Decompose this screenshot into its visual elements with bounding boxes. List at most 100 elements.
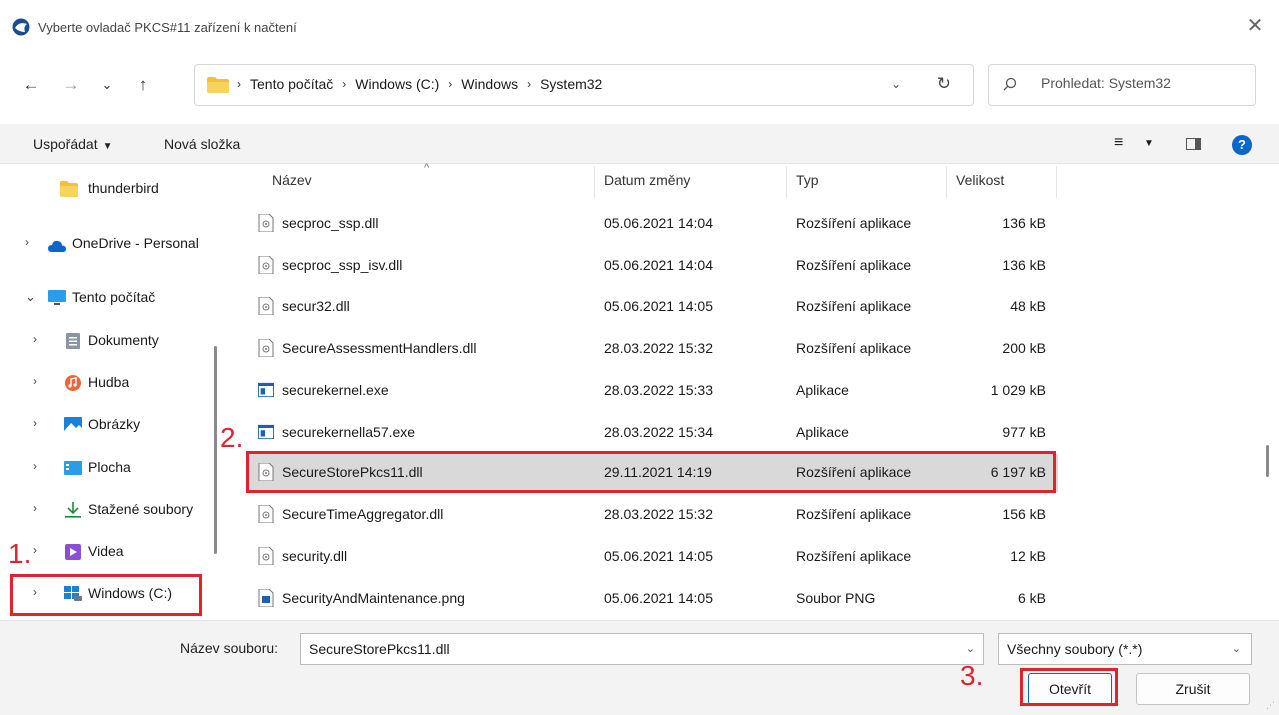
breadcrumb-separator[interactable]: › xyxy=(448,77,452,91)
file-row[interactable]: security.dll 05.06.2021 14:05 Rozšíření … xyxy=(246,538,1058,576)
dll-file-icon xyxy=(258,256,274,274)
sidebar-item-this-pc[interactable]: ⌄ Tento počítač xyxy=(0,281,210,317)
file-row[interactable]: securekernel.exe 28.03.2022 15:33 Aplika… xyxy=(246,372,1058,410)
breadcrumb-item-system32[interactable]: System32 xyxy=(540,76,602,92)
sidebar-item-videos[interactable]: › Videa xyxy=(0,535,210,571)
sidebar-item-label: Tento počítač xyxy=(72,289,156,305)
column-divider[interactable] xyxy=(946,166,947,198)
file-name: security.dll xyxy=(282,548,348,564)
chevron-right-icon[interactable]: › xyxy=(33,374,37,388)
file-size: 12 kB xyxy=(1010,548,1046,564)
file-type: Soubor PNG xyxy=(796,590,876,606)
folder-icon xyxy=(207,77,229,93)
chevron-right-icon[interactable]: › xyxy=(33,459,37,473)
dll-file-icon xyxy=(258,339,274,357)
file-size: 156 kB xyxy=(1002,506,1046,522)
sidebar-scrollbar[interactable] xyxy=(214,346,217,554)
column-header-date[interactable]: Datum změny xyxy=(604,172,690,188)
chevron-right-icon[interactable]: › xyxy=(33,416,37,430)
chevron-down-icon[interactable]: ▼ xyxy=(1144,138,1154,149)
breadcrumb-item-windows-c[interactable]: Windows (C:) xyxy=(355,76,439,92)
sidebar-item-desktop[interactable]: › Plocha xyxy=(0,451,210,487)
file-name: securekernella57.exe xyxy=(282,424,416,440)
sidebar-item-documents[interactable]: › Dokumenty xyxy=(0,324,210,360)
breadcrumb-separator[interactable]: › xyxy=(342,77,346,91)
column-divider[interactable] xyxy=(1056,166,1057,198)
chevron-right-icon[interactable]: › xyxy=(33,543,37,557)
organize-button[interactable]: Uspořádat ▼ xyxy=(33,136,113,152)
column-headers: ^ Název Datum změny Typ Velikost xyxy=(230,162,1270,198)
chevron-right-icon[interactable]: › xyxy=(33,501,37,515)
file-row[interactable]: secproc_ssp.dll 05.06.2021 14:04 Rozšíře… xyxy=(246,205,1058,243)
column-header-name[interactable]: Název xyxy=(272,172,312,188)
file-row[interactable]: SecureAssessmentHandlers.dll 28.03.2022 … xyxy=(246,330,1058,368)
cancel-button[interactable]: Zrušit xyxy=(1136,673,1250,705)
new-folder-button[interactable]: Nová složka xyxy=(164,136,240,152)
file-type: Rozšíření aplikace xyxy=(796,506,912,522)
chevron-right-icon[interactable]: › xyxy=(25,235,29,249)
sidebar-item-music[interactable]: › Hudba xyxy=(0,366,210,402)
column-header-type[interactable]: Typ xyxy=(796,172,819,188)
pictures-icon xyxy=(64,417,82,433)
sidebar-item-downloads[interactable]: › Stažené soubory xyxy=(0,493,210,529)
filename-field[interactable]: SecureStorePkcs11.dll ⌄ xyxy=(300,633,984,665)
search-input[interactable] xyxy=(1041,75,1241,91)
sidebar-item-onedrive[interactable]: › OneDrive - Personal xyxy=(0,227,210,263)
file-list-scrollbar[interactable] xyxy=(1266,445,1269,477)
resize-grip-icon[interactable]: ⋰ xyxy=(1266,700,1275,711)
back-button[interactable]: ← xyxy=(18,72,44,98)
chevron-down-icon[interactable]: ⌄ xyxy=(966,642,975,655)
filename-value: SecureStorePkcs11.dll xyxy=(309,641,450,657)
chevron-down-icon: ⌄ xyxy=(1231,643,1241,655)
file-row[interactable]: secproc_ssp_isv.dll 05.06.2021 14:04 Roz… xyxy=(246,247,1058,285)
dll-file-icon xyxy=(258,505,274,523)
cloud-icon xyxy=(48,240,66,252)
file-name: SecureTimeAggregator.dll xyxy=(282,506,444,522)
desktop-icon xyxy=(64,461,82,475)
file-name: secproc_ssp_isv.dll xyxy=(282,257,403,273)
close-button[interactable]: ✕ xyxy=(1241,12,1269,40)
file-row[interactable]: securekernella57.exe 28.03.2022 15:34 Ap… xyxy=(246,414,1058,452)
chevron-down-icon[interactable]: ⌄ xyxy=(25,289,36,305)
file-type: Rozšíření aplikace xyxy=(796,548,912,564)
file-type: Aplikace xyxy=(796,424,849,440)
file-size: 1 029 kB xyxy=(990,382,1046,398)
file-type: Rozšíření aplikace xyxy=(796,215,912,231)
forward-button[interactable]: → xyxy=(58,72,84,98)
file-row[interactable]: SecurityAndMaintenance.png 05.06.2021 14… xyxy=(246,580,1058,618)
sidebar-item-pictures[interactable]: › Obrázky xyxy=(0,408,210,444)
column-divider[interactable] xyxy=(786,166,787,198)
file-type-value: Všechny soubory (*.*) xyxy=(1007,641,1143,657)
file-type: Rozšíření aplikace xyxy=(796,257,912,273)
up-button[interactable]: ↑ xyxy=(130,72,156,98)
help-icon[interactable]: ? xyxy=(1232,135,1252,155)
view-options-icon[interactable]: ≡ xyxy=(1114,134,1123,152)
breadcrumb-separator[interactable]: › xyxy=(527,77,531,91)
search-box[interactable] xyxy=(988,64,1256,106)
refresh-button[interactable]: ↻ xyxy=(937,74,951,94)
chevron-right-icon[interactable]: › xyxy=(33,332,37,346)
file-date: 28.03.2022 15:34 xyxy=(604,424,713,440)
filename-label: Název souboru: xyxy=(180,640,279,656)
dll-file-icon xyxy=(258,214,274,232)
address-dropdown-button[interactable]: ⌄ xyxy=(891,77,901,91)
column-header-size[interactable]: Velikost xyxy=(956,172,1004,188)
sidebar-item-label: Obrázky xyxy=(88,416,141,432)
sidebar-item-thunderbird[interactable]: thunderbird xyxy=(0,172,210,208)
search-icon xyxy=(1003,77,1017,91)
exe-file-icon xyxy=(258,424,274,440)
videos-icon xyxy=(65,544,81,560)
column-divider[interactable] xyxy=(594,166,595,198)
annotation-box-selected-file xyxy=(246,451,1056,493)
file-row[interactable]: secur32.dll 05.06.2021 14:05 Rozšíření a… xyxy=(246,288,1058,326)
file-size: 6 kB xyxy=(1017,590,1046,606)
recent-locations-button[interactable]: ⌄ xyxy=(94,72,120,98)
breadcrumb-item-this-pc[interactable]: Tento počítač xyxy=(250,76,333,92)
file-row[interactable]: SecureTimeAggregator.dll 28.03.2022 15:3… xyxy=(246,496,1058,534)
file-date: 05.06.2021 14:04 xyxy=(604,257,713,273)
file-date: 28.03.2022 15:33 xyxy=(604,382,713,398)
address-bar[interactable]: › Tento počítač › Windows (C:) › Windows… xyxy=(194,64,974,106)
breadcrumb-item-windows[interactable]: Windows xyxy=(461,76,518,92)
preview-pane-icon[interactable] xyxy=(1186,138,1201,150)
file-type-select[interactable]: Všechny soubory (*.*) ⌄ xyxy=(998,633,1252,665)
